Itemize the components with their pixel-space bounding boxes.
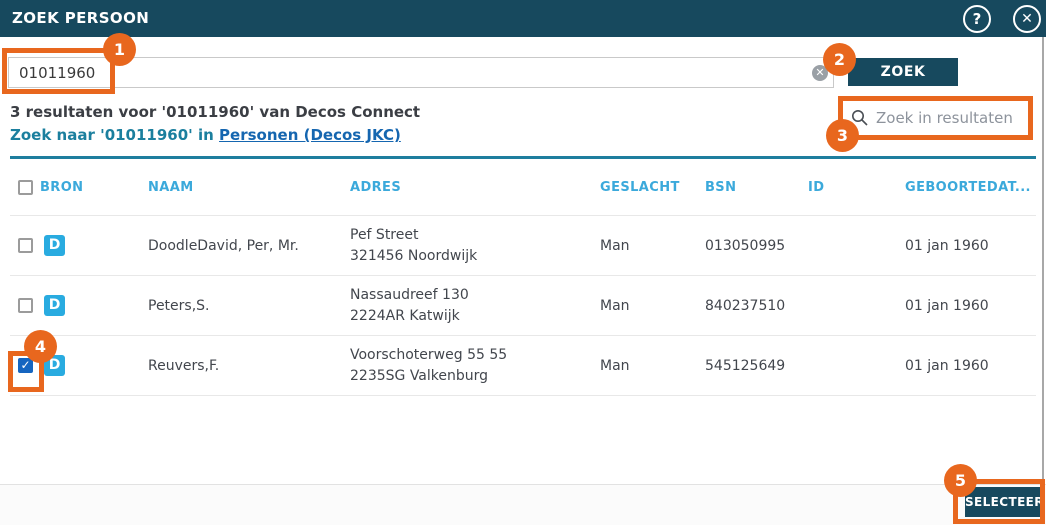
zoek-persoon-dialog: ZOEK PERSOON ? ✕ ✕ ZOEK 3 resultaten voo… (0, 0, 1046, 525)
cell-geslacht: Man (600, 357, 630, 374)
search-input[interactable] (8, 57, 834, 88)
row-checkbox-checked[interactable]: ✓ (18, 358, 33, 373)
cell-adres: Pef Street 321456 Noordwijk (350, 226, 478, 264)
source-badge: D (44, 235, 65, 256)
help-icon[interactable]: ? (963, 5, 991, 33)
table-row[interactable]: D DoodleDavid, Per, Mr. Pef Street 32145… (10, 216, 1036, 276)
window-edge (1042, 37, 1044, 480)
alt-search-link[interactable]: Personen (Decos JKC) (219, 126, 401, 144)
cell-bsn: 840237510 (705, 297, 786, 314)
results-summary: 3 resultaten voor '01011960' van Decos C… (10, 103, 421, 121)
dialog-footer (0, 484, 1046, 525)
source-badge: D (44, 355, 65, 376)
cell-bsn: 013050995 (705, 237, 786, 254)
row-checkbox[interactable] (18, 238, 33, 253)
alt-search-prefix: Zoek naar '01011960' in (10, 126, 220, 144)
filter-results-input[interactable] (843, 101, 1029, 135)
column-header-geslacht[interactable]: GESLACHT (600, 180, 705, 195)
table-row[interactable]: D Peters,S. Nassaudreef 130 2224AR Katwi… (10, 276, 1036, 336)
table-header-row: BRON NAAM ADRES GESLACHT BSN ID GEBOORTE… (10, 159, 1036, 216)
page-title: ZOEK PERSOON (12, 9, 150, 27)
cell-geslacht: Man (600, 297, 630, 314)
cell-naam: Reuvers,F. (148, 357, 220, 374)
results-table: BRON NAAM ADRES GESLACHT BSN ID GEBOORTE… (10, 156, 1036, 396)
cell-adres: Voorschoterweg 55 55 2235SG Valkenburg (350, 346, 508, 384)
filter-results-box (843, 101, 1029, 135)
cell-geboortedatum: 01 jan 1960 (905, 297, 989, 314)
column-header-bsn[interactable]: BSN (705, 180, 808, 195)
cell-naam: DoodleDavid, Per, Mr. (148, 237, 299, 254)
cell-geslacht: Man (600, 237, 630, 254)
row-checkbox[interactable] (18, 298, 33, 313)
column-header-bron[interactable]: BRON (40, 180, 148, 195)
cell-geboortedatum: 01 jan 1960 (905, 357, 989, 374)
alt-search-line: Zoek naar '01011960' in Personen (Decos … (10, 126, 401, 144)
dialog-titlebar: ZOEK PERSOON ? ✕ (0, 0, 1046, 37)
column-header-geboortedatum[interactable]: GEBOORTEDAT... (905, 180, 1036, 195)
zoek-button[interactable]: ZOEK (848, 58, 958, 86)
cell-geboortedatum: 01 jan 1960 (905, 237, 989, 254)
cell-bsn: 545125649 (705, 357, 786, 374)
column-header-naam[interactable]: NAAM (148, 180, 350, 195)
cell-adres: Nassaudreef 130 2224AR Katwijk (350, 286, 469, 324)
clear-search-icon[interactable]: ✕ (812, 65, 828, 81)
select-all-checkbox[interactable] (18, 179, 33, 195)
close-icon[interactable]: ✕ (1013, 5, 1041, 33)
selecteer-button[interactable]: SELECTEER (965, 487, 1044, 517)
cell-naam: Peters,S. (148, 297, 210, 314)
source-badge: D (44, 295, 65, 316)
column-header-id[interactable]: ID (808, 180, 905, 195)
column-header-adres[interactable]: ADRES (350, 180, 600, 195)
table-row[interactable]: ✓ D Reuvers,F. Voorschoterweg 55 55 2235… (10, 336, 1036, 396)
